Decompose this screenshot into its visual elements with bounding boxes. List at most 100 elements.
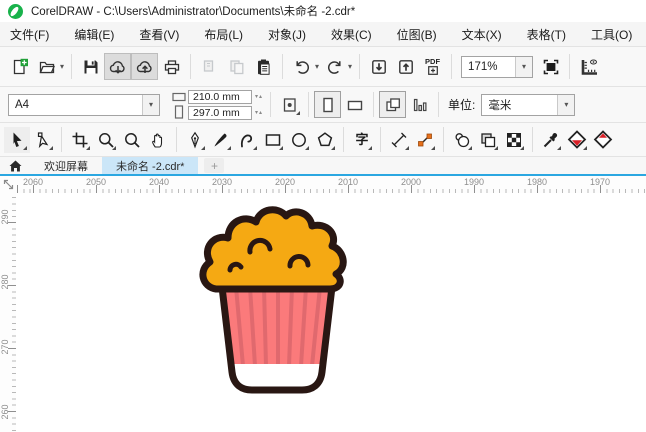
open-button[interactable] xyxy=(33,53,60,80)
rectangle-tool[interactable] xyxy=(260,127,286,153)
page-height-input[interactable]: 297.0 mm xyxy=(188,105,252,120)
transparency-icon xyxy=(481,132,496,147)
open-from-cloud-button[interactable] xyxy=(131,53,159,80)
crop-icon xyxy=(72,132,88,147)
document-tab-bar: 欢迎屏幕 未命名 -2.cdr* + xyxy=(0,157,646,174)
menu-file[interactable]: 文件(F) xyxy=(10,26,49,43)
open-dropdown-caret[interactable]: ▾ xyxy=(60,62,64,71)
show-rulers-button[interactable] xyxy=(575,53,602,80)
menu-object[interactable]: 对象(J) xyxy=(268,26,306,43)
color-eyedropper-tool[interactable] xyxy=(538,127,564,153)
menu-layout[interactable]: 布局(L) xyxy=(204,26,243,43)
transparency-tool[interactable] xyxy=(475,127,501,153)
shape-tool[interactable] xyxy=(30,127,56,153)
export-button[interactable] xyxy=(392,53,419,80)
pan-tool[interactable] xyxy=(145,127,171,153)
units-combo[interactable]: 毫米 ▾ xyxy=(481,93,576,116)
landscape-button[interactable] xyxy=(341,91,368,118)
undo-dropdown-caret[interactable]: ▾ xyxy=(315,62,319,71)
menu-table[interactable]: 表格(T) xyxy=(527,26,566,43)
hruler-label: 2010 xyxy=(337,177,359,187)
dimension-tool[interactable] xyxy=(386,127,412,153)
pdf-page-icon xyxy=(427,66,438,76)
home-tab-button[interactable] xyxy=(0,157,30,174)
menu-view[interactable]: 查看(V) xyxy=(139,26,179,43)
page-height-spinner[interactable]: ▾▴ xyxy=(255,109,263,116)
autofit-page-icon xyxy=(283,97,296,112)
save-to-cloud-button[interactable] xyxy=(104,53,132,80)
new-tab-button[interactable]: + xyxy=(204,158,225,173)
pen-nib-icon xyxy=(191,131,199,149)
hruler-label: 2030 xyxy=(211,177,233,187)
import-button[interactable] xyxy=(365,53,392,80)
zoom-tool[interactable] xyxy=(93,127,119,153)
page-height-icon xyxy=(174,104,184,119)
window-title: CorelDRAW - C:\Users\Administrator\Docum… xyxy=(31,6,356,18)
ellipse-tool[interactable] xyxy=(286,127,312,153)
menu-bitmaps[interactable]: 位图(B) xyxy=(397,26,437,43)
pen-tool[interactable] xyxy=(182,127,208,153)
property-bar: A4 ▾ 210.0 mm ▾▴ 297.0 mm ▾▴ 单位: 毫米 ▾ xyxy=(0,87,646,123)
polygon-tool[interactable] xyxy=(312,127,338,153)
paste-icon xyxy=(257,59,270,75)
units-label: 单位: xyxy=(448,98,476,112)
page-width-input[interactable]: 210.0 mm xyxy=(188,89,252,104)
redo-button[interactable] xyxy=(321,53,348,80)
current-page-button[interactable] xyxy=(406,91,433,118)
drawing-canvas[interactable]: 290 280 270 260 xyxy=(0,193,646,432)
publish-to-pdf-button[interactable]: PDF xyxy=(419,53,446,80)
new-document-button[interactable] xyxy=(6,53,33,80)
popcorn xyxy=(199,206,347,293)
artistic-media-tool[interactable] xyxy=(208,127,234,153)
rectangle-icon xyxy=(265,133,281,146)
redo-dropdown-caret[interactable]: ▾ xyxy=(348,62,352,71)
drop-shadow-tool[interactable] xyxy=(449,127,475,153)
page-size-combo[interactable]: A4 ▾ xyxy=(8,93,160,116)
b-spline-tool[interactable] xyxy=(234,127,260,153)
toolbox-separator xyxy=(343,127,344,152)
magnifier-icon xyxy=(99,132,114,148)
units-caret[interactable]: ▾ xyxy=(557,94,575,115)
undo-icon xyxy=(295,60,309,74)
interactive-fill-tool[interactable] xyxy=(564,127,590,153)
portrait-button[interactable] xyxy=(314,91,342,118)
zoom-dropdown-caret[interactable]: ▾ xyxy=(515,56,533,77)
crop-tool[interactable] xyxy=(67,127,93,153)
copy-button xyxy=(223,53,250,80)
ruler-origin-button[interactable] xyxy=(0,176,16,193)
text-tool[interactable]: 字 xyxy=(349,127,375,153)
propbar-separator xyxy=(308,92,310,117)
smart-fill-tool[interactable] xyxy=(590,127,616,153)
pattern-fill-tool[interactable] xyxy=(501,127,527,153)
all-pages-button[interactable] xyxy=(379,91,407,118)
menu-effects[interactable]: 效果(C) xyxy=(331,26,372,43)
paste-button[interactable] xyxy=(250,53,277,80)
vertical-ruler[interactable]: 290 280 270 260 xyxy=(0,193,16,432)
import-icon xyxy=(371,59,386,74)
full-screen-preview-button[interactable] xyxy=(537,53,564,80)
polygon-icon xyxy=(317,131,333,146)
page-width-spinner[interactable]: ▾▴ xyxy=(255,93,263,100)
pick-cursor-icon xyxy=(13,132,22,147)
save-button[interactable] xyxy=(77,53,104,80)
vruler-label: 290 xyxy=(0,209,10,225)
pick-tool[interactable] xyxy=(4,126,30,153)
print-button[interactable] xyxy=(158,53,185,80)
horizontal-ruler[interactable]: 2060 2050 2040 2030 2020 2010 2000 1990 … xyxy=(0,176,646,193)
page-size-caret[interactable]: ▾ xyxy=(142,94,159,115)
connector-tool[interactable] xyxy=(412,127,438,153)
tab-welcome-screen[interactable]: 欢迎屏幕 xyxy=(30,157,102,174)
zoom-out-tool[interactable] xyxy=(119,127,145,153)
menu-tools[interactable]: 工具(O) xyxy=(591,26,632,43)
popcorn-bucket-object[interactable] xyxy=(190,202,360,402)
zoom-level-combo[interactable]: 171% ▾ xyxy=(461,55,534,78)
tab-document[interactable]: 未命名 -2.cdr* xyxy=(102,157,199,174)
undo-button[interactable] xyxy=(288,53,315,80)
fill-diamond-icon xyxy=(567,130,587,149)
menu-edit[interactable]: 编辑(E) xyxy=(74,26,114,43)
propbar-separator xyxy=(438,92,440,117)
magnifier-minus-icon xyxy=(125,132,140,148)
autofit-page-button[interactable] xyxy=(276,91,303,118)
menu-text[interactable]: 文本(X) xyxy=(462,26,502,43)
redo-icon xyxy=(327,60,341,74)
